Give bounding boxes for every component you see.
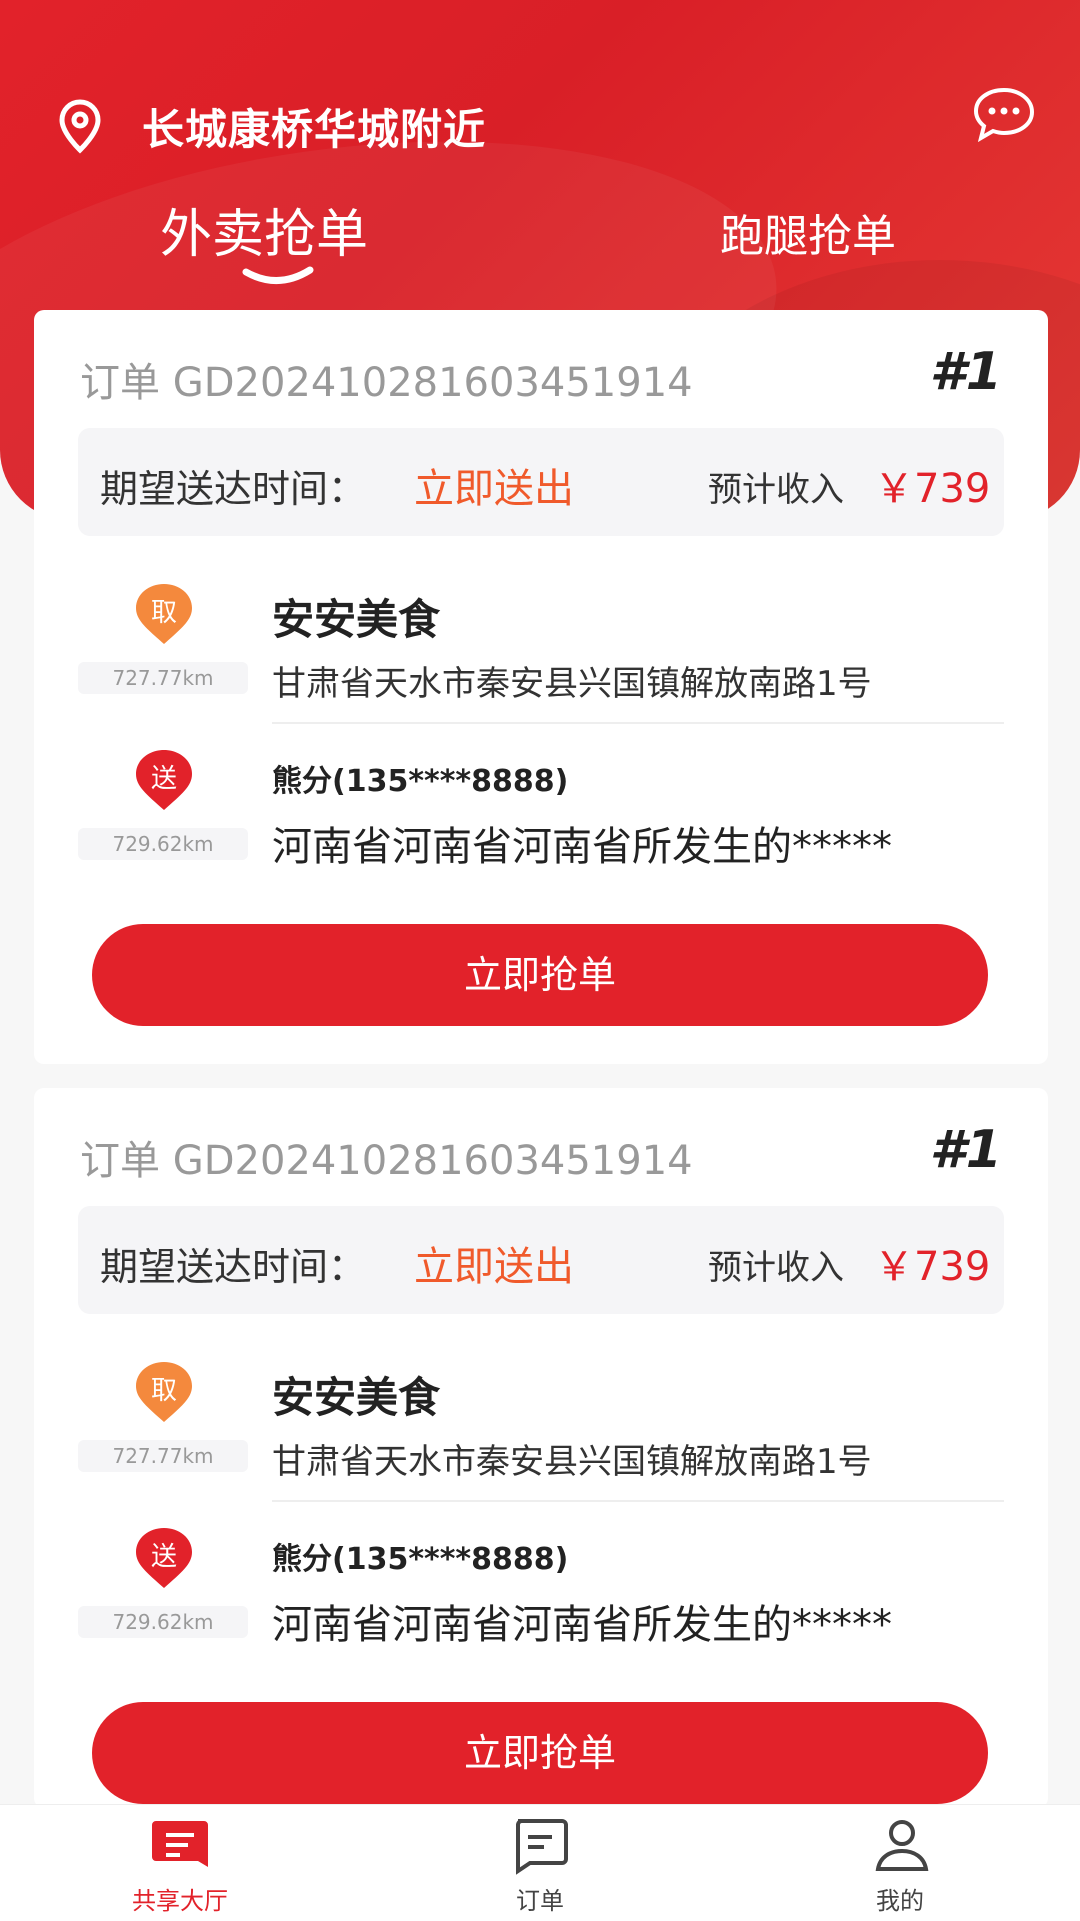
pickup-distance: 727.77km: [78, 1440, 248, 1472]
tab-takeout[interactable]: 外卖抢单: [160, 192, 368, 267]
nav-item-hall[interactable]: 共享大厅: [80, 1805, 280, 1921]
delivery-badge-icon: 送: [134, 1526, 194, 1590]
shop-name: 安安美食: [272, 1373, 441, 1422]
receiver-address: 河南省河南省河南省所发生的*****: [272, 1602, 892, 1648]
grab-order-button[interactable]: 立即抢单: [92, 1702, 988, 1804]
delivery-time-box: 期望送达时间： 立即送出 预计收入 ￥739: [78, 1206, 1004, 1314]
divider: [272, 722, 1004, 724]
pickup-distance: 727.77km: [78, 662, 248, 694]
delivery-time-box: 期望送达时间： 立即送出 预计收入 ￥739: [78, 428, 1004, 536]
receiver-name: 熊分(135****8888): [272, 1542, 569, 1577]
shop-address: 甘肃省天水市秦安县兴国镇解放南路1号: [272, 664, 872, 704]
order-icon: [516, 1819, 568, 1875]
pickup-badge-icon: 取: [134, 582, 194, 646]
income-value: ￥739: [874, 466, 991, 512]
delivery-distance: 729.62km: [78, 828, 248, 860]
order-index: #1: [929, 1120, 1002, 1180]
expected-time-label: 期望送达时间：: [100, 1245, 367, 1289]
divider: [272, 1500, 1004, 1502]
receiver-address: 河南省河南省河南省所发生的*****: [272, 824, 892, 870]
nav-item-mine[interactable]: 我的: [800, 1805, 1000, 1921]
nav-label: 共享大厅: [132, 1887, 228, 1915]
nav-item-orders[interactable]: 订单: [440, 1805, 640, 1921]
income-label: 预计收入: [708, 470, 844, 510]
order-card: 订单 GD20241028160345​1914 #1 期望送达时间： 立即送出…: [34, 310, 1048, 1064]
tab-errand[interactable]: 跑腿抢单: [720, 200, 896, 264]
delivery-badge-icon: 送: [134, 748, 194, 812]
nav-label: 我的: [876, 1887, 924, 1915]
active-tab-indicator: [242, 266, 314, 284]
pickup-badge-icon: 取: [134, 1360, 194, 1424]
shop-address: 甘肃省天水市秦安县兴国镇解放南路1号: [272, 1442, 872, 1482]
shop-name: 安安美食: [272, 595, 441, 644]
hall-icon: [152, 1821, 208, 1867]
order-card: 订单 GD20241028160345​1914 #1 期望送达时间： 立即送出…: [34, 1088, 1048, 1808]
grab-order-button[interactable]: 立即抢单: [92, 924, 988, 1026]
expected-time-value: 立即送出: [414, 1244, 574, 1290]
expected-time-label: 期望送达时间：: [100, 467, 367, 511]
delivery-distance: 729.62km: [78, 1606, 248, 1638]
expected-time-value: 立即送出: [414, 466, 574, 512]
top-bar: 长城康桥华城附近 外卖抢单 跑腿抢单: [0, 0, 1080, 300]
order-header: 订单 GD20241028160345​1914 #1: [80, 1120, 1002, 1190]
order-header: 订单 GD20241028160345​1914 #1: [80, 342, 1002, 412]
order-number: 订单 GD20241028160345​1914: [80, 1138, 693, 1184]
message-icon[interactable]: [972, 86, 1036, 142]
order-number: 订单 GD20241028160345​1914: [80, 360, 693, 406]
location-pin-icon[interactable]: [52, 98, 108, 154]
location-text[interactable]: 长城康桥华城附近: [142, 96, 486, 157]
bottom-navigation: 共享大厅 订单 我的: [0, 1804, 1080, 1921]
nav-label: 订单: [516, 1887, 564, 1915]
order-index: #1: [929, 342, 1002, 402]
income-label: 预计收入: [708, 1248, 844, 1288]
receiver-name: 熊分(135****8888): [272, 764, 569, 799]
user-icon: [875, 1820, 929, 1871]
income-value: ￥739: [874, 1244, 991, 1290]
